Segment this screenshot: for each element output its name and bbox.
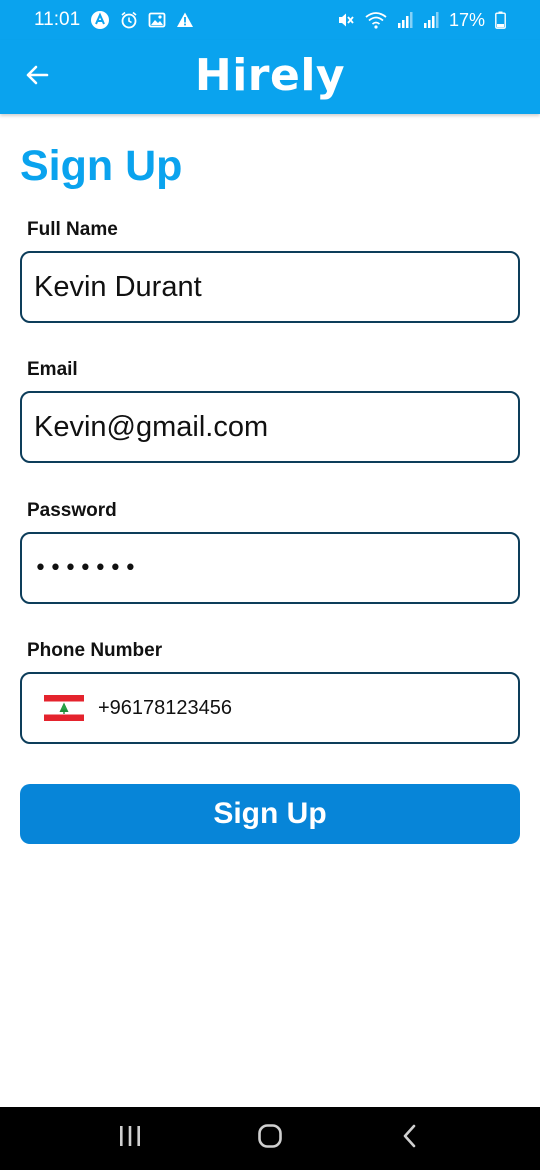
email-value: Kevin@gmail.com (34, 410, 269, 443)
phone-field[interactable]: +96178123456 (20, 672, 520, 744)
app-logo: Hirely (194, 50, 346, 101)
sign-up-button[interactable]: Sign Up (20, 784, 520, 844)
phone-value: +96178123456 (98, 696, 233, 719)
email-field[interactable]: Kevin@gmail.com (20, 391, 520, 463)
full-name-field[interactable]: Kevin Durant (20, 251, 520, 323)
wifi-icon (365, 11, 387, 29)
home-button[interactable] (240, 1114, 300, 1164)
full-name-value: Kevin Durant (34, 270, 202, 303)
page-title: Sign Up (20, 142, 183, 190)
password-label: Password (27, 500, 117, 521)
email-label: Email (27, 359, 78, 380)
full-name-label: Full Name (27, 219, 118, 240)
mute-icon (337, 11, 355, 29)
image-icon (148, 11, 166, 29)
signal-icon (423, 11, 439, 29)
warning-icon (176, 11, 194, 29)
status-bar: 11:01 17% (0, 0, 540, 40)
status-right: 17% (337, 10, 506, 31)
recent-apps-icon (117, 1125, 143, 1152)
status-time: 11:01 (34, 9, 81, 30)
lebanon-flag-icon[interactable] (44, 695, 84, 721)
system-nav-bar (0, 1107, 540, 1170)
battery-percentage: 17% (448, 9, 485, 30)
recent-apps-button[interactable] (100, 1114, 160, 1164)
nav-back-button[interactable] (380, 1114, 440, 1164)
password-field[interactable]: ••••••• (20, 532, 520, 604)
app-notification-icon (90, 10, 110, 30)
back-icon (400, 1123, 420, 1154)
status-left: 11:01 (34, 9, 194, 31)
battery-icon (495, 11, 506, 29)
signal-icon (397, 11, 413, 29)
home-icon (257, 1123, 283, 1154)
phone-label: Phone Number (27, 640, 163, 661)
password-value: ••••••• (34, 555, 139, 581)
alarm-icon (120, 11, 138, 29)
app-bar: Hirely (0, 40, 540, 114)
